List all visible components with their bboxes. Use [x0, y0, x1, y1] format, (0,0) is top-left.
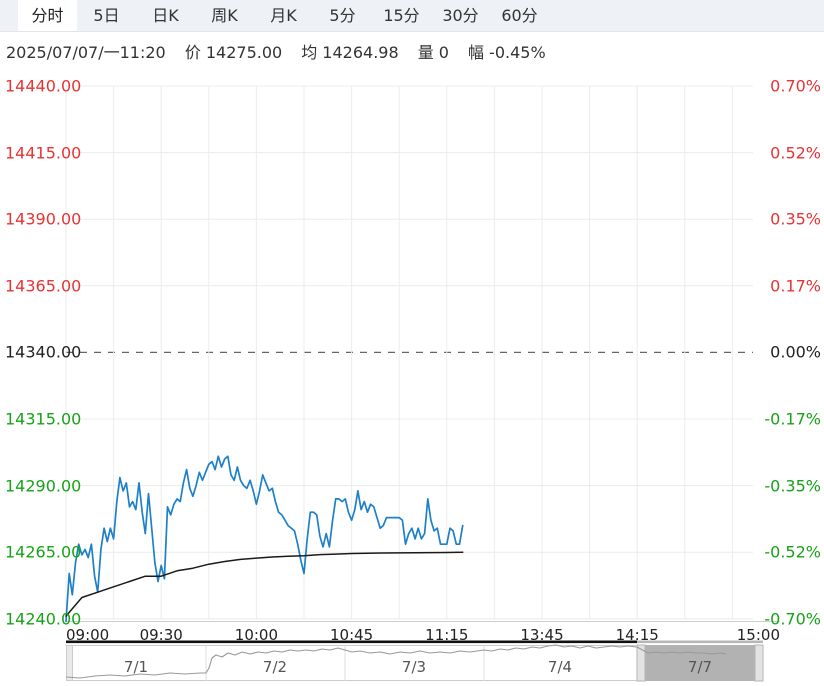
y-axis-left-label: 14340.00 — [5, 342, 82, 362]
y-axis-left-label: 14415.00 — [5, 143, 82, 163]
nav-sparkline — [65, 644, 727, 679]
x-axis-label: 14:15 — [615, 626, 659, 644]
y-axis-right-label: 0.00% — [770, 342, 821, 362]
y-axis-left-label: 14315.00 — [5, 409, 82, 429]
nav-day-label[interactable]: 7/2 — [263, 658, 287, 676]
nav-day-label[interactable]: 7/1 — [124, 658, 148, 676]
x-axis-label: 15:00 — [736, 626, 780, 644]
x-axis-label: 10:00 — [234, 626, 279, 644]
x-axis-label: 13:45 — [520, 626, 564, 644]
y-axis-right-label: 0.52% — [770, 143, 821, 163]
x-axis-label: 09:00 — [66, 626, 110, 644]
nav-day-label-selected[interactable]: 7/7 — [688, 658, 712, 676]
x-axis-label: 09:30 — [139, 626, 183, 644]
nav-selection-handle-right[interactable] — [754, 644, 764, 682]
y-axis-left-label: 14265.00 — [5, 542, 82, 562]
y-axis-right-label: -0.52% — [764, 542, 821, 562]
app-window: 分时 5日 日K 周K 月K 5分 15分 30分 60分 2025/07/07/一11:20 … — [0, 0, 824, 686]
x-axis-label: 10:45 — [329, 626, 374, 644]
y-axis-left-label: 14290.00 — [5, 476, 82, 496]
average-line — [65, 551, 464, 617]
nav-day-label[interactable]: 7/4 — [548, 658, 572, 676]
x-axis-label: 11:15 — [425, 626, 469, 644]
y-axis-left-label: 14390.00 — [5, 209, 82, 229]
y-axis-right-label: 0.70% — [770, 76, 821, 96]
y-axis-right-label: 0.17% — [770, 276, 821, 296]
nav-left-edge-handle[interactable] — [66, 645, 73, 681]
y-axis-right-label: 0.35% — [770, 209, 821, 229]
y-axis-left-label: 14365.00 — [5, 276, 82, 296]
y-axis-right-label: -0.35% — [764, 476, 821, 496]
price-line — [65, 455, 464, 623]
nav-day-label[interactable]: 7/3 — [402, 658, 426, 676]
intraday-chart-canvas[interactable] — [0, 0, 824, 686]
y-axis-left-label: 14440.00 — [5, 76, 82, 96]
y-axis-right-label: -0.17% — [764, 409, 821, 429]
